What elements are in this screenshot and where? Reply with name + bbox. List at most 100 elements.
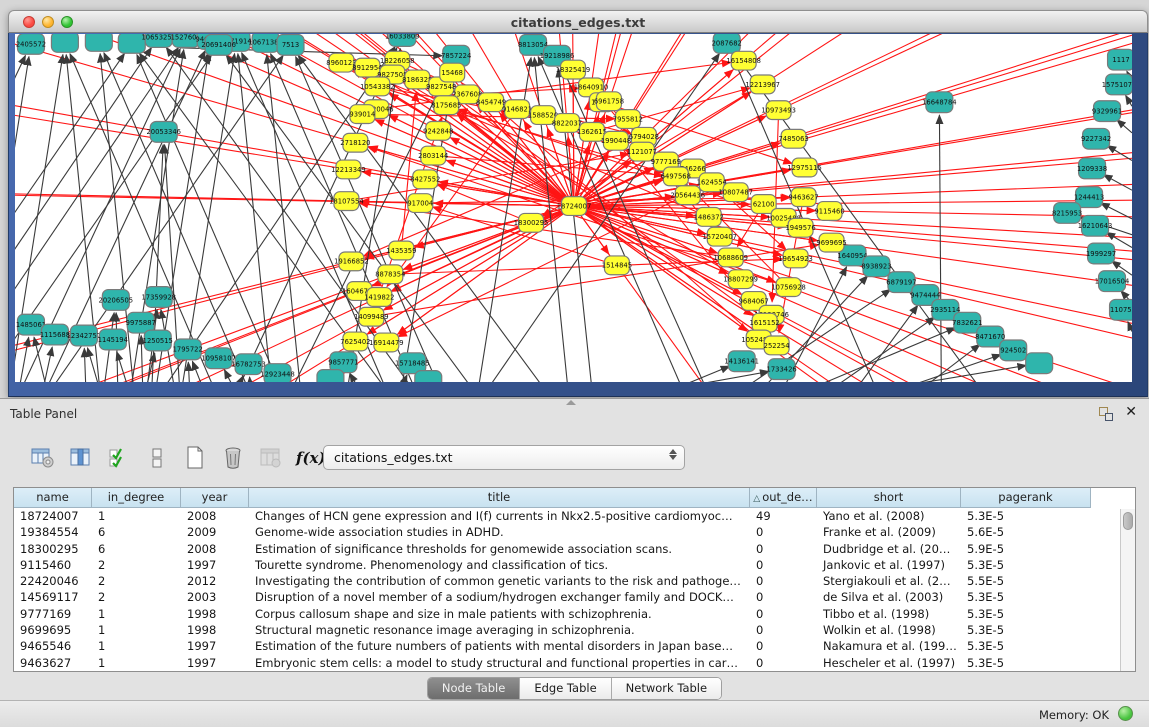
delete-column-icon[interactable] [220,445,246,471]
column-header-name[interactable]: name [14,488,92,508]
network-canvas[interactable]: 2405572106532571527602946616210719141067… [15,34,1132,382]
memory-status-icon[interactable] [1118,706,1133,721]
unselect-all-icon[interactable] [144,445,170,471]
table-row[interactable]: 2242004622012Investigating the contribut… [14,573,1135,589]
network-node[interactable]: 12213349 [331,160,366,179]
network-node[interactable]: 1733426 [767,359,797,380]
network-node[interactable]: 1145194 [98,329,128,350]
network-node[interactable]: 15720407 [702,227,737,246]
network-node[interactable]: 9115460 [814,202,844,221]
network-node[interactable]: 924502 [1000,340,1027,361]
network-node[interactable]: 12975115 [787,158,822,177]
column-header-title[interactable]: title [249,488,750,508]
network-node[interactable]: 1115688 [40,324,70,345]
network-node[interactable]: 1615152 [750,313,780,332]
network-node[interactable]: 1209338 [1077,158,1107,179]
network-node[interactable]: 16914479 [369,333,404,352]
network-node[interactable]: 7513 [277,34,304,55]
column-header-out_de[interactable]: △out_de… [750,488,817,508]
network-node[interactable]: 8938923 [861,256,891,277]
network-node[interactable]: 19654923 [778,249,813,268]
network-node[interactable]: 12213967 [745,75,780,94]
table-row[interactable]: 969969511998Structural magnetic resonanc… [14,622,1135,638]
network-node[interactable]: 1949576 [785,218,815,237]
network-node[interactable] [317,370,344,382]
network-node[interactable]: 1419822 [364,288,394,307]
tab-network-table[interactable]: Network Table [612,678,721,699]
network-node[interactable]: 2803144 [418,146,448,165]
network-window-titlebar[interactable]: citations_edges.txt [8,10,1148,33]
table-mode-icon[interactable] [30,445,56,471]
network-node[interactable]: 6961758 [594,92,624,111]
network-node[interactable]: 18807299 [723,270,758,289]
network-node[interactable]: 7485063 [779,129,809,148]
network-node[interactable]: 20053346 [146,121,181,142]
column-header-year[interactable]: year [181,488,249,508]
network-node[interactable]: 1795722 [173,339,203,360]
column-header-short[interactable]: short [817,488,961,508]
scrollbar-thumb[interactable] [1123,512,1133,530]
table-row[interactable]: 946362711997Embryonic stem cells: a mode… [14,655,1135,671]
network-node[interactable]: 1117 [1108,49,1132,70]
network-node[interactable]: 15751074 [1102,74,1132,95]
column-header-pagerank[interactable]: pagerank [961,488,1091,508]
network-node[interactable]: 8878354 [375,265,405,284]
tab-edge-table[interactable]: Edge Table [520,678,611,699]
network-node[interactable]: 15468 [440,63,465,82]
network-node[interactable]: 939014 [349,105,375,124]
network-node[interactable]: 9329961 [1092,101,1122,122]
network-node[interactable]: 8175685 [431,96,461,115]
table-select-dropdown[interactable]: citations_edges.txt [323,445,685,470]
network-node[interactable]: 8215953 [1052,203,1082,224]
network-node[interactable]: 9463627 [788,188,818,207]
table-row[interactable]: 1830029562008Estimation of significance … [14,541,1135,557]
network-node[interactable]: 17359928 [141,287,176,308]
network-node[interactable] [51,34,78,52]
network-node[interactable]: 19166852 [334,252,369,271]
network-node[interactable]: 8427552 [410,170,440,189]
network-node[interactable]: 1486372 [694,208,724,227]
network-node[interactable]: 10807487 [718,183,753,202]
table-vertical-scrollbar[interactable] [1120,509,1135,671]
network-node[interactable]: 16033809 [385,34,420,46]
network-node[interactable]: 16210643 [1078,215,1113,236]
network-node[interactable]: 18300295 [514,213,549,232]
tab-node-table[interactable]: Node Table [428,678,520,699]
table-row[interactable]: 1938455462009Genome-wide association stu… [14,524,1135,540]
table-row[interactable]: 977716911998Corpus callosum shape and si… [14,606,1135,622]
network-node[interactable]: 1999297 [1086,243,1116,264]
network-node[interactable]: 12342757 [67,325,102,346]
float-panel-icon[interactable] [1099,407,1113,421]
network-node[interactable]: 20691406 [201,34,236,55]
network-node[interactable]: 6497568 [661,167,691,186]
network-node[interactable]: 20564436 [671,186,706,205]
network-node[interactable]: 7625402 [340,332,370,351]
network-node[interactable]: 18107554 [329,192,364,211]
network-node[interactable]: 2087682 [712,34,742,53]
network-node[interactable]: 10688609 [713,248,748,267]
network-node[interactable]: 10756928 [771,278,806,297]
network-node[interactable]: 9242848 [423,121,453,140]
network-node[interactable]: 9227342 [1081,128,1111,149]
table-row[interactable]: 1872400712008Changes of HCN gene express… [14,508,1135,524]
show-columns-icon[interactable] [68,445,94,471]
network-node[interactable]: 917004 [407,194,433,213]
table-row[interactable]: 1456911722003Disruption of a novel membe… [14,589,1135,605]
network-node[interactable]: 252254 [764,336,790,355]
network-node[interactable]: 14099489 [354,307,389,326]
network-hub-node[interactable]: 18724007 [557,197,592,216]
table-row[interactable]: 911546021997Tourette syndrome. Phenomeno… [14,557,1135,573]
network-node[interactable]: 20206505 [99,290,134,311]
network-node[interactable]: 10973493 [761,101,796,120]
network-node[interactable]: 1250515 [143,330,173,351]
network-node[interactable]: 17016504 [1095,271,1130,292]
table-row[interactable]: 946554611997Estimation of the future num… [14,638,1135,654]
network-node[interactable]: 10543382 [360,77,395,96]
network-node[interactable]: 7955812 [613,110,643,129]
network-node[interactable]: 1435359 [386,241,416,260]
network-node[interactable]: 12923448 [260,364,295,382]
new-column-icon[interactable] [182,445,208,471]
network-node[interactable]: 9699695 [816,233,846,252]
network-node[interactable] [415,371,442,382]
network-node[interactable]: 16154808 [726,51,761,70]
